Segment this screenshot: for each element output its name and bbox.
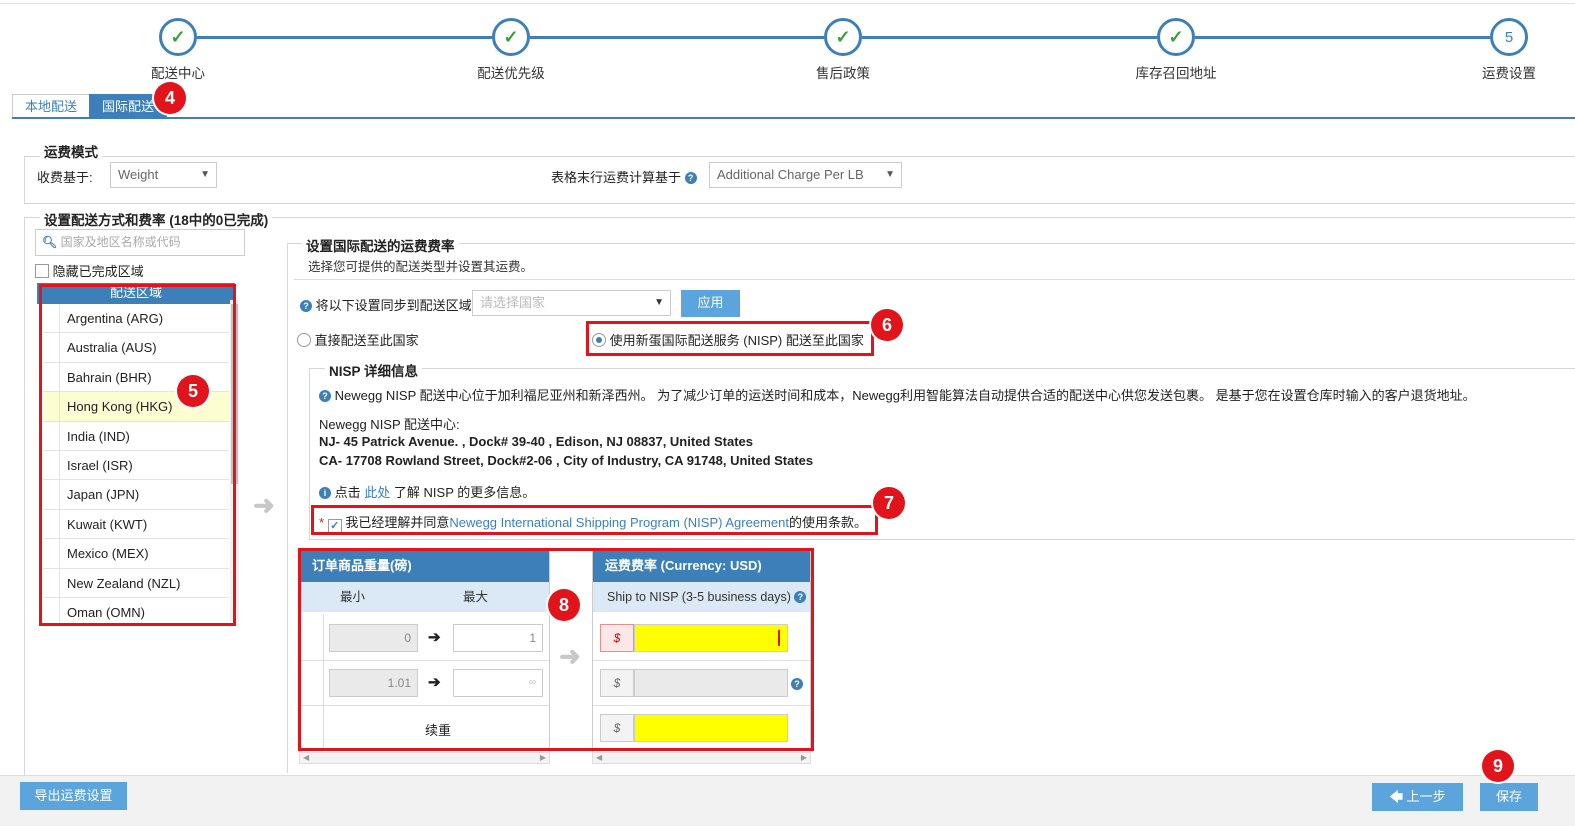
annotation-badge-5: 5	[177, 375, 209, 407]
annotation-badge-4: 4	[154, 82, 186, 114]
footer-bar	[0, 775, 1575, 826]
help-icon: ?	[319, 390, 331, 402]
radio-direct-option[interactable]: 直接配送至此国家	[297, 330, 419, 349]
tab-local-delivery[interactable]: 本地配送	[12, 94, 91, 118]
step-connector	[530, 36, 824, 39]
learn-more-prefix: 点击	[334, 485, 361, 500]
charge-based-label: 收费基于:	[37, 170, 93, 185]
sync-country-placeholder: 请选择国家	[480, 295, 546, 310]
chevron-down-icon: ▼	[654, 297, 664, 308]
tab-underline	[12, 117, 1575, 119]
previous-step-button[interactable]: 🡄 上一步	[1372, 783, 1463, 811]
step-connector	[197, 36, 492, 39]
save-button[interactable]: 保存	[1480, 783, 1538, 811]
setup-legend: 设置配送方式和费率 (18中的0已完成)	[40, 209, 273, 229]
export-settings-button[interactable]: 导出运费设置	[20, 782, 127, 810]
nisp-centers-title: Newegg NISP 配送中心:	[319, 417, 460, 432]
nisp-details-legend: NISP 详细信息	[325, 360, 423, 380]
freight-mode-legend: 运费模式	[40, 141, 102, 161]
step-label-priority: 配送优先级	[477, 66, 545, 81]
intl-rate-legend: 设置国际配送的运费费率	[302, 235, 459, 255]
last-row-calc-label: 表格末行运费计算基于 ?	[551, 167, 697, 186]
nisp-address-ca: CA- 17708 Rowland Street, Dock#2-06 , Ci…	[319, 453, 814, 468]
charge-based-select[interactable]: Weight ▼	[110, 162, 217, 188]
intl-rate-subtitle: 选择您可提供的配送类型并设置其运费。	[308, 260, 534, 274]
nisp-learn-more: i 点击 此处 了解 NISP 的更多信息。	[319, 482, 535, 501]
step-label-recall-address: 库存召回地址	[1135, 66, 1217, 81]
annotation-box-7	[311, 505, 878, 535]
step-label-freight-settings: 运费设置	[1482, 66, 1536, 81]
region-search-input[interactable]: 🔍︎ 国家及地区名称或代码	[35, 229, 245, 256]
step-3-check-icon[interactable]: ✓	[824, 18, 862, 56]
radio-direct-label: 直接配送至此国家	[314, 333, 419, 348]
last-row-calc-value: Additional Charge Per LB	[717, 167, 864, 182]
sync-country-select[interactable]: 请选择国家 ▼	[472, 290, 671, 316]
step-connector	[1195, 36, 1490, 39]
hide-completed-option[interactable]: 隐藏已完成区域	[35, 261, 144, 280]
top-divider	[0, 3, 1575, 4]
help-icon[interactable]: ?	[300, 300, 312, 312]
learn-more-suffix: 了解 NISP 的更多信息。	[393, 485, 536, 500]
help-icon[interactable]: ?	[684, 172, 697, 184]
apply-button[interactable]: 应用	[681, 290, 740, 317]
chevron-down-icon: ▼	[885, 169, 895, 180]
step-4-check-icon[interactable]: ✓	[1157, 18, 1195, 56]
sync-label: ? 将以下设置同步到配送区域:	[300, 295, 475, 314]
sync-label-text: 将以下设置同步到配送区域:	[315, 298, 476, 313]
annotation-box-6	[586, 321, 874, 356]
divider	[294, 279, 1575, 280]
nisp-description-text: Newegg NISP 配送中心位于加利福尼亚州和新泽西州。 为了减少订单的运送…	[334, 388, 1476, 403]
step-connector	[862, 36, 1157, 39]
annotation-badge-7: 7	[873, 487, 905, 519]
search-icon: 🔍︎	[42, 235, 58, 249]
step-5-number[interactable]: 5	[1490, 18, 1528, 56]
chevron-down-icon: ▼	[200, 169, 210, 180]
annotation-box-5	[39, 284, 236, 626]
step-label-distribution-center: 配送中心	[151, 66, 205, 81]
info-icon: i	[319, 487, 331, 499]
nisp-description: ? Newegg NISP 配送中心位于加利福尼亚州和新泽西州。 为了减少订单的…	[319, 385, 1476, 404]
rate-table-hscrollbar[interactable]: ◀ ▶	[592, 752, 811, 764]
annotation-badge-9: 9	[1482, 750, 1514, 782]
step-label-after-sales: 售后政策	[816, 66, 870, 81]
last-row-calc-text: 表格末行运费计算基于	[551, 170, 682, 185]
weight-table-hscrollbar[interactable]: ◀ ▶	[299, 752, 550, 764]
annotation-badge-8: 8	[548, 589, 580, 621]
last-row-calc-select[interactable]: Additional Charge Per LB ▼	[709, 162, 902, 188]
radio-direct[interactable]	[297, 333, 311, 347]
learn-more-link[interactable]: 此处	[364, 485, 390, 500]
arrow-left-icon: 🡄	[1389, 789, 1403, 804]
step-1-check-icon[interactable]: ✓	[159, 18, 197, 56]
hide-completed-checkbox[interactable]	[35, 264, 49, 278]
step-2-check-icon[interactable]: ✓	[492, 18, 530, 56]
hide-completed-label: 隐藏已完成区域	[52, 264, 144, 279]
charge-based-value: Weight	[118, 167, 159, 182]
region-search-placeholder: 国家及地区名称或代码	[60, 235, 181, 249]
arrow-right-icon: ➜	[253, 490, 275, 520]
annotation-badge-6: 6	[871, 309, 903, 341]
previous-step-label: 上一步	[1406, 789, 1446, 804]
annotation-box-8	[298, 548, 814, 751]
nisp-address-nj: NJ- 45 Patrick Avenue. , Dock# 39-40 , E…	[319, 434, 753, 449]
